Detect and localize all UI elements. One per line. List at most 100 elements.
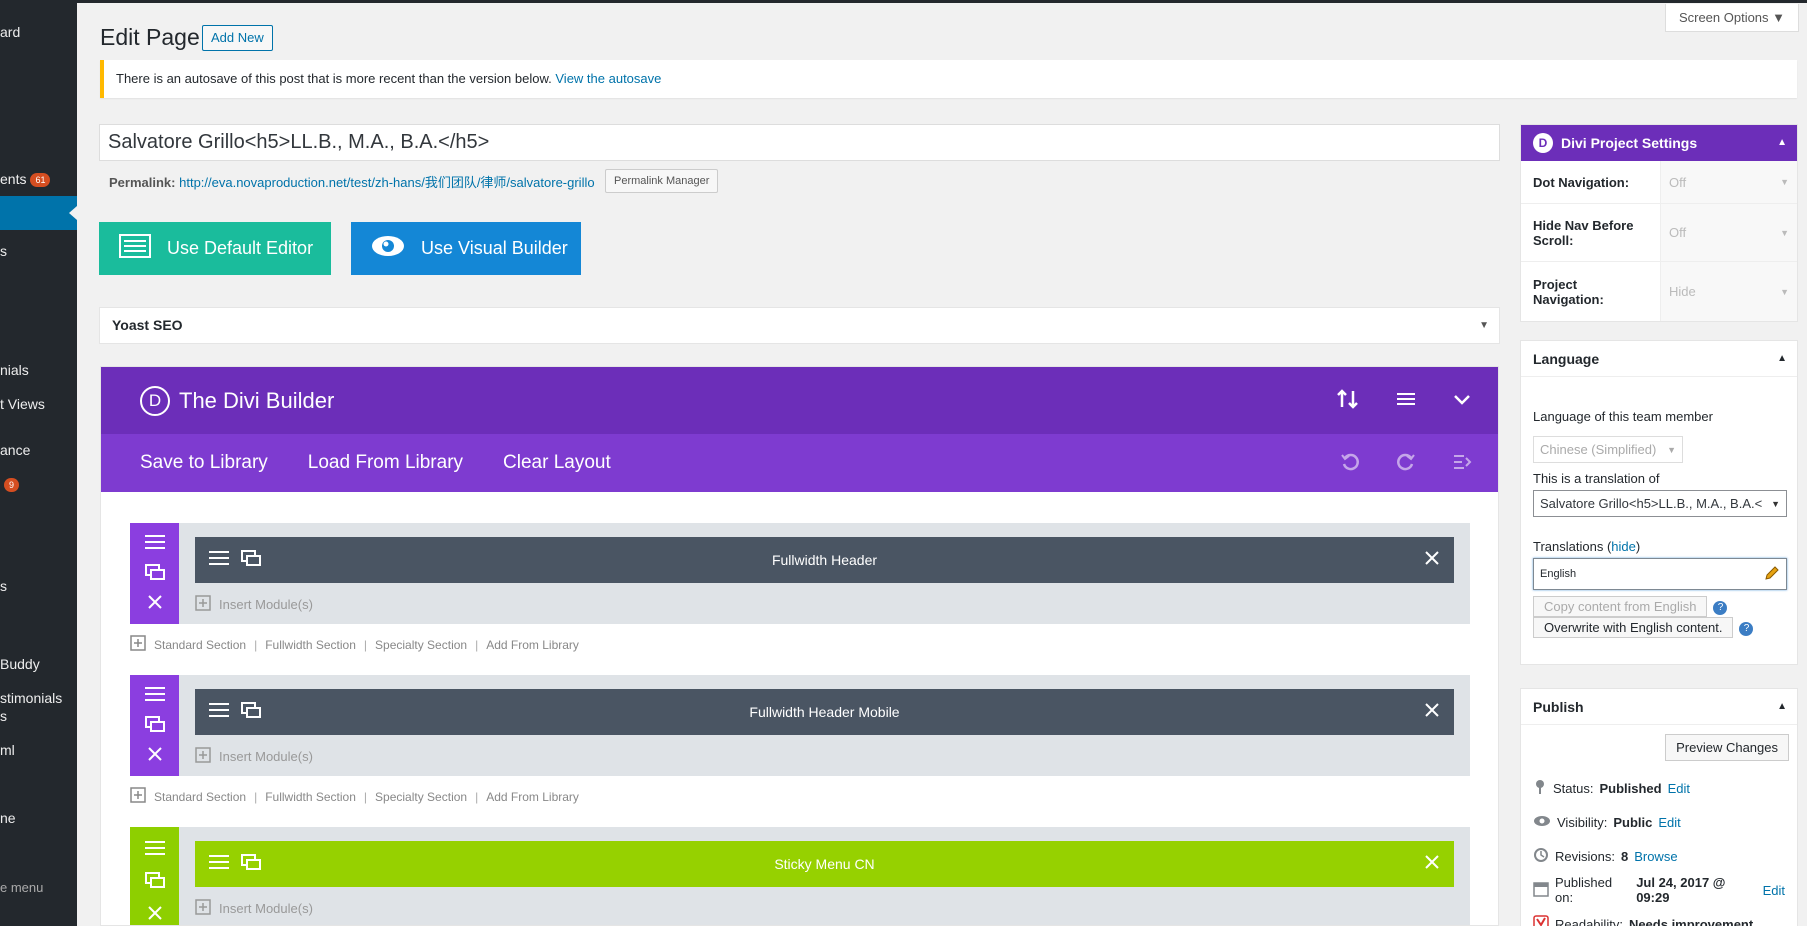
sidebar-active-item[interactable] — [0, 196, 77, 230]
edit-visibility-link[interactable]: Edit — [1658, 815, 1680, 830]
add-from-library-link[interactable]: Add From Library — [486, 638, 579, 652]
sidebar-item-testimonials[interactable]: nials — [0, 362, 29, 378]
duplicate-icon[interactable] — [241, 854, 261, 873]
sidebar-item-buddy[interactable]: Buddy — [0, 656, 40, 672]
dot-navigation-select[interactable]: Off ▼ — [1660, 161, 1797, 203]
yoast-seo-box[interactable]: Yoast SEO ▼ — [99, 307, 1500, 344]
sort-arrows-icon[interactable] — [1336, 389, 1360, 412]
redo-icon[interactable] — [1396, 452, 1416, 478]
insert-modules-button[interactable]: Insert Module(s) — [195, 747, 313, 766]
section-handle[interactable] — [130, 523, 179, 624]
preview-changes-button[interactable]: Preview Changes — [1665, 734, 1789, 761]
sidebar-item-appearance[interactable]: ance — [0, 442, 30, 458]
divi-settings-header[interactable]: D Divi Project Settings ▲ — [1521, 125, 1797, 161]
divi-builder: D The Divi Builder Save to Library Load … — [100, 366, 1499, 926]
chevron-down-icon[interactable] — [1452, 389, 1472, 412]
sidebar-item-dashboard[interactable]: ard — [0, 24, 20, 40]
close-icon[interactable] — [147, 594, 163, 613]
module-row[interactable]: Fullwidth Header — [195, 537, 1454, 583]
language-header[interactable]: Language ▲ — [1521, 341, 1797, 377]
duplicate-icon[interactable] — [144, 563, 165, 583]
duplicate-icon[interactable] — [241, 550, 261, 569]
module-row[interactable]: Fullwidth Header Mobile — [195, 689, 1454, 735]
chevron-up-icon[interactable]: ▲ — [1777, 689, 1787, 725]
duplicate-icon[interactable] — [241, 702, 261, 721]
hide-nav-select[interactable]: Off ▼ — [1660, 204, 1797, 261]
insert-modules-button[interactable]: Insert Module(s) — [195, 595, 313, 614]
builder-section[interactable]: Fullwidth Header Mobile Insert Module(s) — [130, 675, 1470, 776]
standard-section-link[interactable]: Standard Section — [154, 638, 246, 652]
history-icon — [1533, 847, 1549, 866]
edit-status-link[interactable]: Edit — [1668, 781, 1690, 796]
sidebar-item-views[interactable]: t Views — [0, 396, 45, 412]
translation-of-select[interactable]: Salvatore Grillo<h5>LL.B., M.A., B.A.< ▼ — [1533, 490, 1787, 517]
close-icon[interactable] — [147, 746, 163, 765]
sidebar-collapse-menu[interactable]: e menu — [0, 880, 43, 895]
menu-icon[interactable] — [209, 854, 229, 873]
insert-modules-button[interactable]: Insert Module(s) — [195, 899, 313, 918]
section-handle[interactable] — [130, 675, 179, 776]
chevron-down-icon[interactable]: ▼ — [1479, 308, 1489, 343]
revisions-label: Revisions: — [1555, 848, 1615, 864]
publish-header[interactable]: Publish ▲ — [1521, 689, 1797, 725]
sidebar-item-testimonials-2[interactable]: stimonials — [0, 690, 62, 706]
permalink-manager-button[interactable]: Permalink Manager — [605, 169, 719, 193]
section-handle[interactable] — [130, 827, 179, 925]
close-icon[interactable] — [1424, 702, 1440, 721]
specialty-section-link[interactable]: Specialty Section — [375, 638, 467, 652]
post-title-input[interactable]: Salvatore Grillo<h5>LL.B., M.A., B.A.</h… — [99, 124, 1500, 161]
sidebar-item-wpml[interactable]: ml — [0, 742, 15, 758]
sidebar-item-pages[interactable]: s — [0, 243, 7, 259]
builder-section[interactable]: Sticky Menu CN Insert Module(s) — [130, 827, 1470, 925]
standard-section-link[interactable]: Standard Section — [154, 790, 246, 804]
translation-english-field[interactable]: English — [1533, 558, 1787, 590]
menu-icon[interactable] — [144, 534, 165, 553]
browse-revisions-link[interactable]: Browse — [1634, 849, 1677, 864]
overwrite-content-button[interactable]: Overwrite with English content. — [1533, 617, 1734, 638]
close-icon[interactable] — [147, 905, 163, 924]
menu-icon[interactable] — [209, 550, 229, 569]
add-new-button[interactable]: Add New — [202, 25, 273, 51]
menu-icon[interactable] — [144, 686, 165, 705]
row-icons — [209, 550, 261, 569]
translation-of-label: This is a translation of — [1533, 471, 1660, 486]
close-icon[interactable] — [1424, 550, 1440, 569]
chevron-up-icon[interactable]: ▲ — [1777, 125, 1787, 161]
permalink-url-link[interactable]: http://eva.novaproduction.net/test/zh-ha… — [179, 175, 594, 190]
clear-layout-button[interactable]: Clear Layout — [503, 452, 611, 474]
add-from-library-link[interactable]: Add From Library — [486, 790, 579, 804]
fullwidth-section-link[interactable]: Fullwidth Section — [265, 638, 356, 652]
pencil-icon[interactable] — [1764, 565, 1780, 584]
load-from-library-button[interactable]: Load From Library — [308, 452, 463, 474]
sidebar-item-theme[interactable]: ne — [0, 810, 16, 826]
duplicate-icon[interactable] — [144, 715, 165, 735]
history-list-icon[interactable] — [1452, 452, 1472, 478]
duplicate-icon[interactable] — [144, 872, 165, 891]
menu-icon[interactable] — [144, 840, 165, 859]
copy-content-button[interactable]: Copy content from English — [1533, 596, 1708, 617]
sidebar-item-comments[interactable]: ents 61 — [0, 171, 51, 188]
fullwidth-section-link[interactable]: Fullwidth Section — [265, 790, 356, 804]
sidebar-item-plugins[interactable]: 9 — [0, 476, 20, 493]
member-language-select[interactable]: Chinese (Simplified) ▼ — [1533, 436, 1683, 463]
chevron-down-icon: ▼ — [1771, 498, 1780, 509]
help-icon[interactable]: ? — [1713, 600, 1728, 615]
use-visual-builder-button[interactable]: Use Visual Builder — [351, 222, 581, 275]
undo-icon[interactable] — [1340, 452, 1360, 478]
close-icon[interactable] — [1424, 854, 1440, 873]
module-row[interactable]: Sticky Menu CN — [195, 841, 1454, 887]
save-to-library-button[interactable]: Save to Library — [140, 452, 268, 474]
project-navigation-select[interactable]: Hide ▼ — [1660, 262, 1797, 321]
builder-section[interactable]: Fullwidth Header Insert Module(s) — [130, 523, 1470, 624]
view-autosave-link[interactable]: View the autosave — [555, 71, 661, 86]
sidebar-item-settings[interactable]: s — [0, 578, 7, 594]
edit-date-link[interactable]: Edit — [1763, 883, 1785, 898]
specialty-section-link[interactable]: Specialty Section — [375, 790, 467, 804]
menu-icon[interactable] — [1396, 389, 1416, 412]
help-icon[interactable]: ? — [1739, 621, 1754, 636]
chevron-up-icon[interactable]: ▲ — [1777, 341, 1787, 377]
screen-options-button[interactable]: Screen Options ▼ — [1665, 4, 1799, 32]
hide-translations-link[interactable]: hide — [1611, 539, 1636, 554]
menu-icon[interactable] — [209, 702, 229, 721]
use-default-editor-button[interactable]: Use Default Editor — [99, 222, 331, 275]
